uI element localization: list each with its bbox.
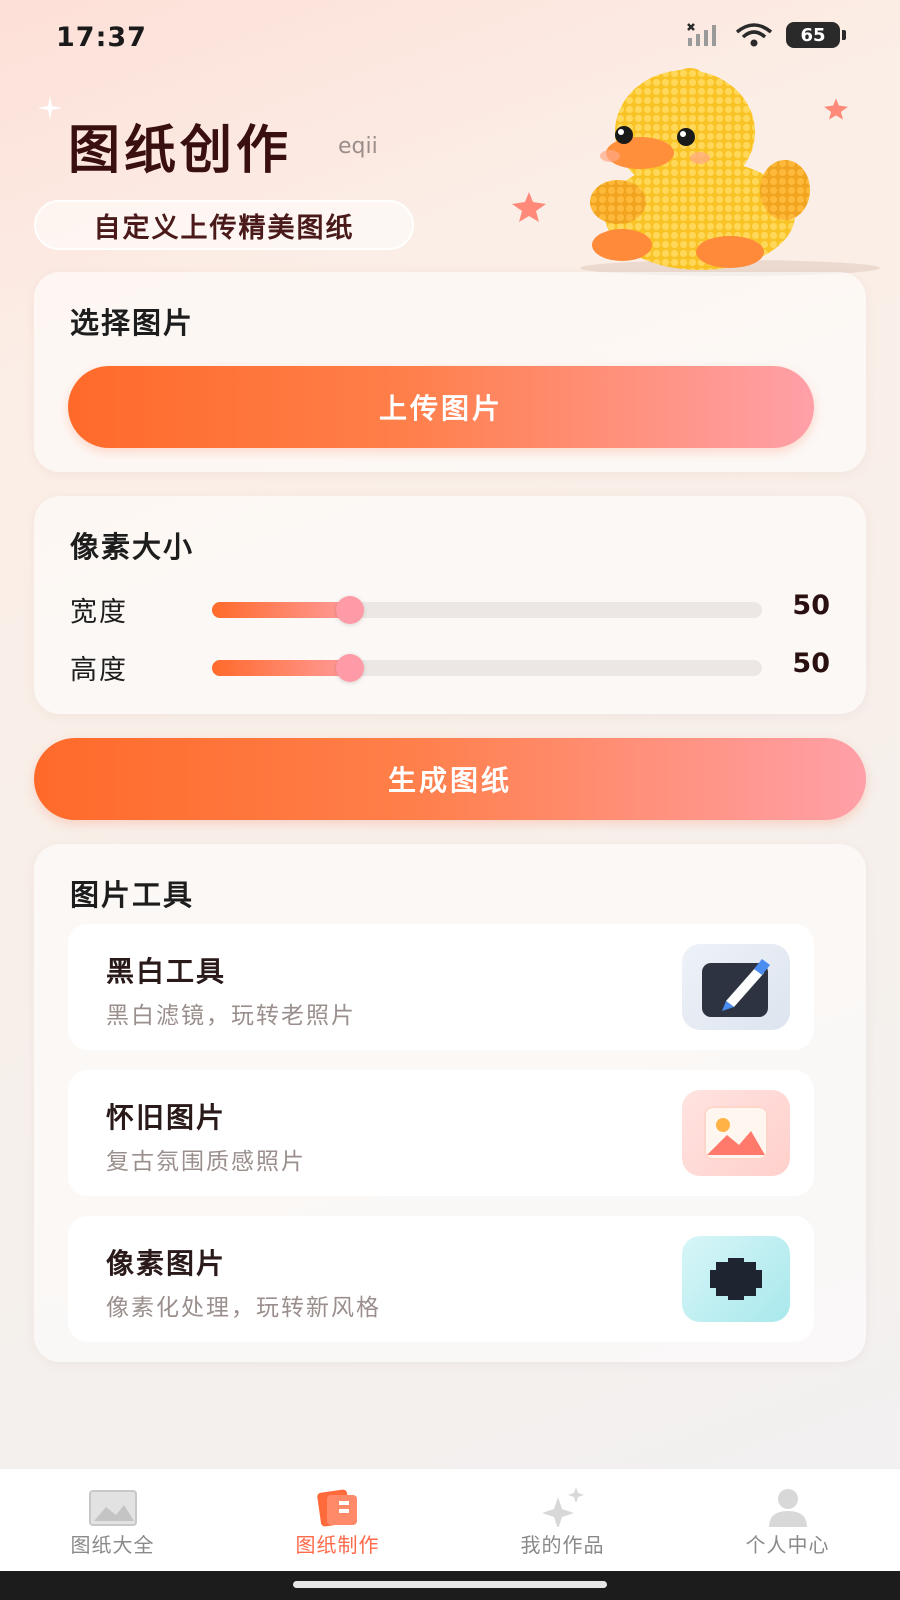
tool-item-bw[interactable]: 黑白工具 黑白滤镜，玩转老照片 — [68, 924, 814, 1050]
sparkle-icon — [541, 1487, 584, 1527]
tab-label: 我的作品 — [520, 1533, 605, 1557]
tool-name: 像素图片 — [106, 1247, 227, 1280]
battery-indicator: 65 — [786, 22, 846, 48]
tab-profile[interactable]: 个人中心 — [675, 1469, 900, 1572]
tab-label: 图纸制作 — [295, 1533, 380, 1557]
tool-desc: 复古氛围质感照片 — [106, 1149, 306, 1175]
tab-label: 图纸大全 — [70, 1533, 155, 1557]
status-icons: 65 — [686, 22, 846, 48]
signal-icon — [687, 23, 716, 46]
width-label: 宽度 — [70, 597, 128, 628]
picture-icon — [682, 1090, 790, 1176]
image-tools-card: 图片工具 黑白工具 黑白滤镜，玩转老照片 怀旧图片 复古氛围质感照片 像素图片 … — [34, 844, 866, 1362]
height-label: 高度 — [70, 655, 128, 686]
height-slider-row: 高度 50 — [70, 648, 830, 688]
star-decoration-icon — [512, 192, 546, 222]
gallery-icon — [88, 1490, 137, 1526]
width-value: 50 — [792, 590, 830, 621]
tab-gallery[interactable]: 图纸大全 — [0, 1469, 225, 1572]
generate-pattern-button[interactable]: 生成图纸 — [34, 738, 866, 820]
tagline-pill: 自定义上传精美图纸 — [34, 200, 414, 250]
tool-desc: 黑白滤镜，玩转老照片 — [106, 1003, 356, 1029]
tab-label: 个人中心 — [745, 1533, 830, 1557]
tab-my-works[interactable]: 我的作品 — [450, 1469, 675, 1572]
system-navigation-bar — [0, 1571, 900, 1600]
pixel-size-title: 像素大小 — [70, 530, 195, 564]
tool-item-pixel[interactable]: 像素图片 像素化处理，玩转新风格 — [68, 1216, 814, 1342]
width-slider-thumb[interactable] — [335, 596, 364, 624]
home-indicator[interactable] — [293, 1581, 607, 1588]
pixel-size-card: 像素大小 宽度 50 高度 50 — [34, 496, 866, 714]
wifi-icon — [735, 23, 773, 47]
select-image-title: 选择图片 — [70, 306, 195, 340]
width-slider-row: 宽度 50 — [70, 590, 830, 630]
page-subtitle: eqii — [338, 134, 378, 159]
select-image-card: 选择图片 上传图片 — [34, 272, 866, 472]
page-title: 图纸创作 — [68, 121, 293, 181]
tool-item-vintage[interactable]: 怀旧图片 复古氛围质感照片 — [68, 1070, 814, 1196]
upload-image-button[interactable]: 上传图片 — [68, 366, 814, 448]
brush-icon — [682, 944, 790, 1030]
user-icon — [768, 1489, 807, 1527]
duck-mascot-image — [580, 68, 880, 276]
bottom-tab-bar: 图纸大全 图纸制作 我的作品 个人中心 — [0, 1468, 900, 1572]
height-slider-thumb[interactable] — [335, 654, 364, 682]
status-time: 17:37 — [56, 22, 147, 53]
height-slider-fill — [212, 660, 350, 676]
chip-icon — [682, 1236, 790, 1322]
tool-name: 黑白工具 — [106, 955, 227, 988]
image-tools-title: 图片工具 — [70, 878, 195, 912]
create-icon — [316, 1489, 357, 1527]
tool-desc: 像素化处理，玩转新风格 — [106, 1295, 381, 1321]
sparkle-decoration-icon — [38, 96, 62, 120]
tool-name: 怀旧图片 — [106, 1101, 227, 1134]
height-value: 50 — [792, 648, 830, 679]
width-slider[interactable] — [212, 596, 762, 624]
width-slider-fill — [212, 602, 350, 618]
height-slider[interactable] — [212, 654, 762, 682]
tab-create[interactable]: 图纸制作 — [225, 1469, 450, 1572]
